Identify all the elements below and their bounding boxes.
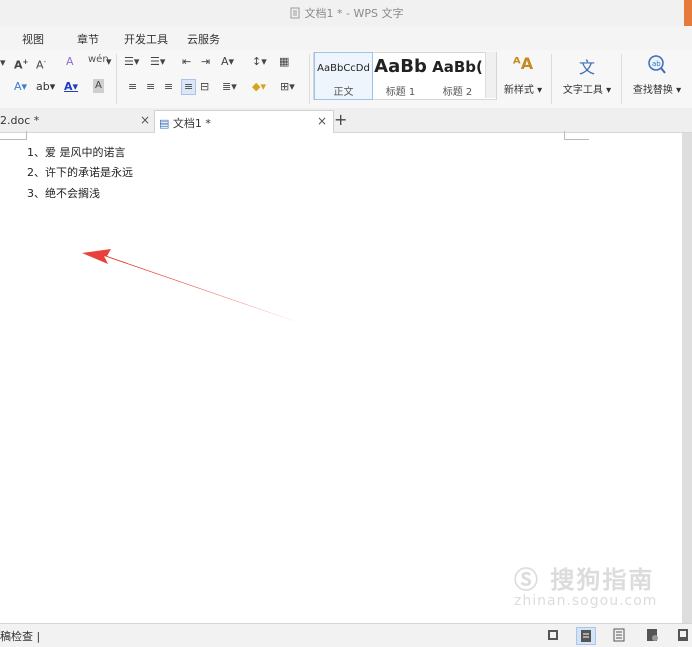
spell-check-status[interactable]: 稿检查 | (0, 628, 40, 644)
page-view-icon[interactable] (576, 627, 596, 645)
watermark-brand: Ⓢ 搜狗指南 (514, 566, 655, 594)
web-view-icon[interactable] (643, 627, 661, 643)
status-bar: 稿检查 | (0, 623, 692, 647)
watermark-url: zhinan.sogou.com (514, 593, 658, 609)
outline-view-icon[interactable] (610, 627, 628, 643)
fullscreen-icon[interactable] (544, 627, 562, 643)
vertical-scrollbar[interactable] (682, 133, 692, 623)
reading-view-icon[interactable] (674, 627, 692, 643)
watermark: Ⓢ 搜狗指南 zhinan.sogou.com (514, 560, 657, 609)
annotation-arrow (82, 249, 300, 323)
